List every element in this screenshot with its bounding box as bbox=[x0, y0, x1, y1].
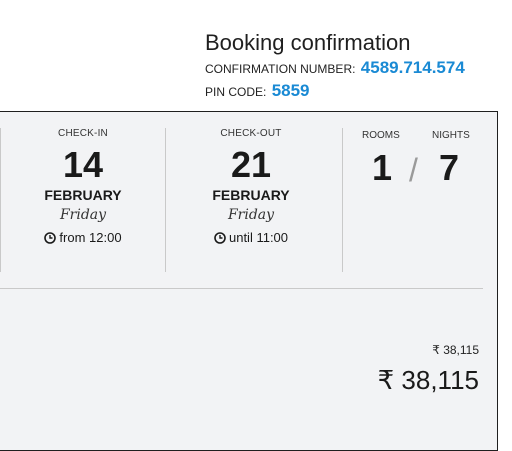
divider bbox=[0, 128, 1, 272]
checkout-day: 21 bbox=[230, 144, 272, 185]
nights-label: NIGHTS bbox=[432, 130, 470, 141]
checkin-month: FEBRUARY bbox=[44, 187, 122, 203]
checkin-weekday: Friday bbox=[59, 207, 107, 223]
clock-icon bbox=[44, 231, 57, 244]
checkin-day: 14 bbox=[62, 144, 104, 185]
price-total: ₹ 38,115 bbox=[377, 365, 479, 395]
checkout-time: until 11:00 bbox=[191, 230, 311, 245]
divider bbox=[342, 128, 343, 272]
booking-details-panel: CHECK-IN 14 FEBRUARY Friday from 12:00 C… bbox=[0, 111, 498, 451]
checkout-column: CHECK-OUT 21 FEBRUARY Friday until 11:00 bbox=[191, 128, 311, 245]
confirmation-number-row: CONFIRMATION NUMBER: 4589.714.574 bbox=[205, 56, 465, 81]
divider bbox=[0, 288, 483, 289]
pin-code-value: 5859 bbox=[271, 81, 310, 100]
checkin-column: CHECK-IN 14 FEBRUARY Friday from 12:00 bbox=[23, 128, 143, 245]
confirmation-number-label: CONFIRMATION NUMBER: bbox=[205, 62, 356, 76]
nights-count: 7 bbox=[439, 147, 460, 188]
confirmation-number-value: 4589.714.574 bbox=[360, 58, 465, 77]
rooms-label: ROOMS bbox=[362, 130, 400, 141]
booking-header: Booking confirmation CONFIRMATION NUMBER… bbox=[205, 30, 465, 104]
clock-icon bbox=[214, 231, 226, 244]
checkin-time-text: from 12:00 bbox=[59, 230, 122, 245]
checkout-label: CHECK-OUT bbox=[220, 128, 282, 139]
booking-title: Booking confirmation bbox=[205, 30, 411, 55]
rooms-count: 1 bbox=[372, 147, 393, 188]
checkout-month: FEBRUARY bbox=[212, 187, 290, 203]
price-subtotal: ₹ 38,115 bbox=[432, 343, 479, 357]
rooms-nights-separator: / bbox=[409, 152, 418, 188]
checkout-weekday: Friday bbox=[227, 207, 275, 223]
checkin-time: from 12:00 bbox=[23, 230, 143, 245]
pin-code-row: PIN CODE: 5859 bbox=[205, 79, 465, 104]
pin-code-label: PIN CODE: bbox=[205, 85, 267, 99]
checkout-time-text: until 11:00 bbox=[228, 230, 289, 245]
divider bbox=[165, 128, 166, 272]
checkin-label: CHECK-IN bbox=[58, 128, 108, 139]
